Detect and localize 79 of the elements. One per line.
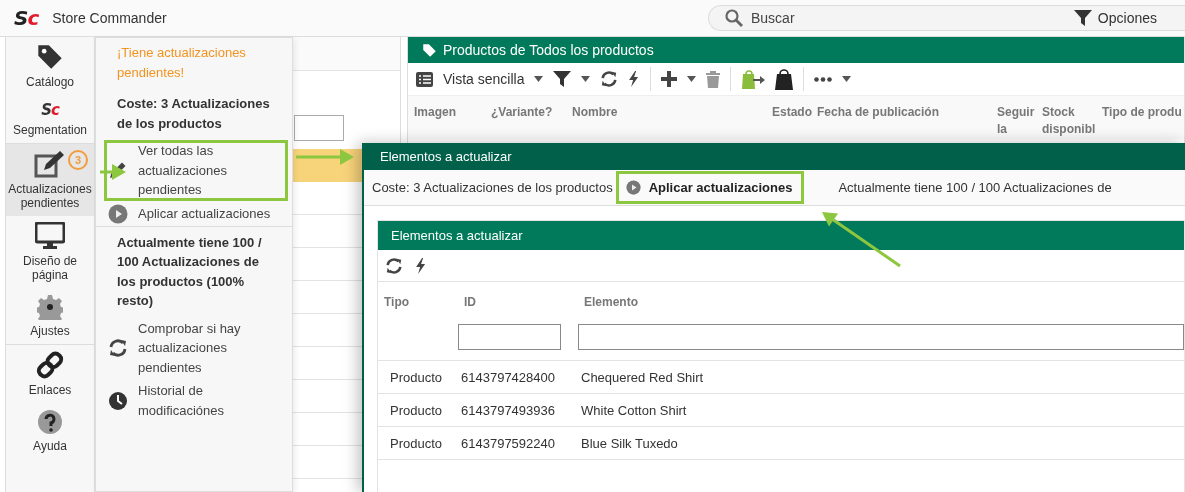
- column-header: ¿Variante?: [491, 104, 554, 121]
- sidebar-item[interactable]: Enlaces: [6, 345, 94, 403]
- menu-item[interactable]: Ver todas las actualizaciones pendientes: [104, 140, 288, 201]
- play-icon: [108, 203, 128, 224]
- alert-text: ¡Tiene actualizaciones pendientes!: [116, 44, 247, 82]
- segmentation-logo: Sc: [41, 101, 59, 119]
- table-cell: 6143797592240: [458, 426, 578, 460]
- filter-icon: [1073, 9, 1092, 27]
- column-header: Stock disponibl: [1042, 104, 1097, 138]
- menu-heading: Coste: 3 Actualizaciones de los productos: [116, 95, 271, 133]
- annotation-arrow: [296, 149, 354, 165]
- shopping-bag-export-icon: [740, 69, 765, 89]
- sidebar-item[interactable]: Ayuda: [6, 403, 94, 459]
- gear-icon: [37, 294, 63, 320]
- caret-icon: [841, 76, 851, 82]
- count-badge: 3: [68, 150, 88, 170]
- sidebar-item[interactable]: Ajustes: [6, 288, 94, 345]
- apply-button[interactable]: Aplicar actualizaciones: [615, 171, 805, 204]
- caret-icon: [581, 76, 591, 82]
- table-cell: Producto: [378, 360, 458, 394]
- column-header: Estado: [772, 104, 813, 121]
- more-icon: [813, 76, 832, 82]
- caret-icon: [534, 76, 544, 82]
- options-button[interactable]: Opciones: [1073, 9, 1157, 27]
- app-title: Store Commander: [52, 10, 167, 26]
- table-cell: 6143797428400: [458, 360, 578, 394]
- app-logo: Sc: [14, 6, 39, 30]
- refresh-icon: [600, 70, 619, 88]
- link-icon: [36, 351, 64, 379]
- bolt-icon: [415, 257, 427, 274]
- filter-icon: [553, 70, 572, 88]
- clock-icon: [108, 390, 128, 411]
- sidebar-item[interactable]: Diseño de página: [6, 216, 94, 288]
- column-header: Elemento: [583, 294, 639, 311]
- search-field[interactable]: Buscar Opciones: [708, 5, 1185, 31]
- column-header: Seguir la: [997, 104, 1036, 138]
- table-cell: 6143797493936: [458, 393, 578, 427]
- table-cell: Blue Silk Tuxedo: [578, 426, 1184, 460]
- column-header: Tipo de produ: [1102, 104, 1183, 121]
- table-cell: Producto: [378, 426, 458, 460]
- caret-icon: [686, 76, 696, 82]
- sidebar-item[interactable]: Catálogo: [6, 37, 94, 95]
- refresh-icon: [385, 256, 403, 275]
- filter-field[interactable]: [458, 324, 561, 350]
- menu-item[interactable]: Comprobar si hay actualizaciones pendientes: [96, 317, 292, 378]
- play-icon: [625, 180, 641, 195]
- menu-heading: Actualmente tiene 100 / 100 Actualizaciones de los productos (100% resto): [96, 225, 292, 317]
- monitor-icon: [35, 222, 65, 250]
- tag-icon: [36, 43, 64, 71]
- bolt-icon: [628, 71, 640, 87]
- menu-item[interactable]: Historial de modificaciónes: [96, 380, 292, 421]
- quota-text: Actualmente tiene 100 / 100 Actualizaciones de: [838, 180, 1112, 195]
- list-icon: [416, 71, 433, 87]
- column-header: Nombre: [572, 104, 619, 121]
- panel-title: Elementos a actualizar: [378, 221, 1184, 250]
- table-cell: White Cotton Shirt: [578, 393, 1184, 427]
- panel-title: Productos de Todos los productos: [443, 42, 654, 58]
- cost-text: Coste: 3 Actualizaciones de los productos: [372, 180, 613, 195]
- plus-icon: [660, 71, 677, 87]
- input-field[interactable]: [294, 115, 344, 141]
- dialog-title: Elementos a actualizar: [364, 143, 1185, 170]
- edit-icon: [34, 150, 66, 178]
- search-icon: [725, 9, 743, 27]
- sidebar-item[interactable]: Actualizaciones pendientes 3: [6, 144, 94, 216]
- help-icon: [37, 409, 63, 435]
- table-cell: Chequered Red Shirt: [578, 360, 1184, 394]
- view-select[interactable]: Vista sencilla: [443, 71, 525, 87]
- shopping-bag-icon: [774, 68, 793, 90]
- column-header: Tipo: [383, 294, 411, 311]
- column-header: Imagen: [414, 104, 457, 121]
- refresh-icon: [108, 337, 128, 358]
- column-header: Fecha de publicación: [817, 104, 941, 121]
- filter-field[interactable]: [578, 324, 1184, 350]
- trash-icon: [705, 70, 720, 88]
- menu-item[interactable]: Aplicar actualizaciones: [96, 202, 292, 225]
- tag-icon: [422, 42, 437, 58]
- annotation-arrow: [100, 164, 126, 180]
- table-cell: Producto: [378, 393, 458, 427]
- column-header: ID: [463, 294, 477, 311]
